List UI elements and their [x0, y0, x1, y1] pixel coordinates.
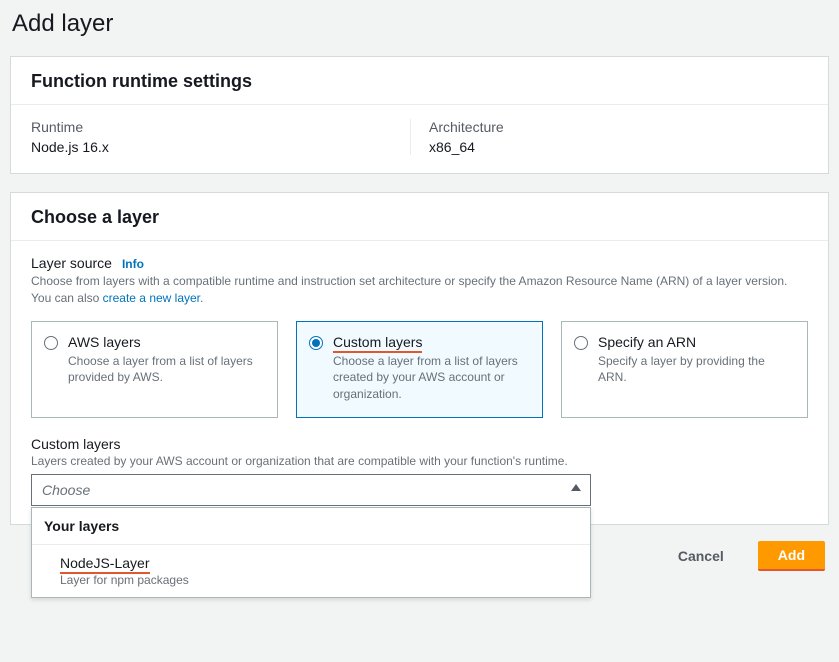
create-new-layer-link[interactable]: create a new layer	[103, 291, 200, 305]
radio-icon	[574, 336, 588, 350]
runtime-value: Node.js 16.x	[31, 139, 406, 155]
tile-arn-desc: Specify a layer by providing the ARN.	[598, 353, 795, 387]
tile-arn-title: Specify an ARN	[598, 334, 795, 350]
runtime-panel-header: Function runtime settings	[11, 57, 828, 104]
radio-icon	[44, 336, 58, 350]
radio-icon	[309, 336, 323, 350]
select-placeholder: Choose	[42, 482, 90, 498]
custom-layers-select[interactable]: Choose	[31, 474, 591, 506]
cancel-button[interactable]: Cancel	[658, 541, 744, 571]
dropdown-group-header: Your layers	[32, 508, 590, 545]
custom-layers-label: Custom layers	[31, 436, 808, 452]
info-link[interactable]: Info	[122, 257, 144, 271]
choose-layer-panel: Choose a layer Layer source Info Choose …	[10, 192, 829, 525]
dropdown-item-nodejs-layer[interactable]: NodeJS-Layer Layer for npm packages	[32, 545, 590, 597]
caret-up-icon	[571, 484, 581, 491]
tile-specify-arn[interactable]: Specify an ARN Specify a layer by provid…	[561, 321, 808, 418]
dropdown-item-title: NodeJS-Layer	[60, 555, 578, 571]
layer-source-help: Choose from layers with a compatible run…	[31, 273, 808, 307]
tile-aws-title: AWS layers	[68, 334, 265, 350]
add-button[interactable]: Add	[758, 541, 825, 571]
layer-source-label: Layer source	[31, 255, 112, 271]
custom-layers-help: Layers created by your AWS account or or…	[31, 454, 808, 468]
architecture-label: Architecture	[429, 119, 804, 135]
custom-layers-dropdown: Your layers NodeJS-Layer Layer for npm p…	[31, 507, 591, 598]
page-title: Add layer	[12, 10, 829, 38]
tile-aws-desc: Choose a layer from a list of layers pro…	[68, 353, 265, 387]
tile-custom-title: Custom layers	[333, 334, 530, 350]
choose-panel-header: Choose a layer	[11, 193, 828, 240]
runtime-label: Runtime	[31, 119, 406, 135]
dropdown-item-desc: Layer for npm packages	[60, 573, 578, 587]
architecture-value: x86_64	[429, 139, 804, 155]
tile-custom-desc: Choose a layer from a list of layers cre…	[333, 353, 530, 403]
tile-aws-layers[interactable]: AWS layers Choose a layer from a list of…	[31, 321, 278, 418]
runtime-settings-panel: Function runtime settings Runtime Node.j…	[10, 56, 829, 174]
tile-custom-layers[interactable]: Custom layers Choose a layer from a list…	[296, 321, 543, 418]
